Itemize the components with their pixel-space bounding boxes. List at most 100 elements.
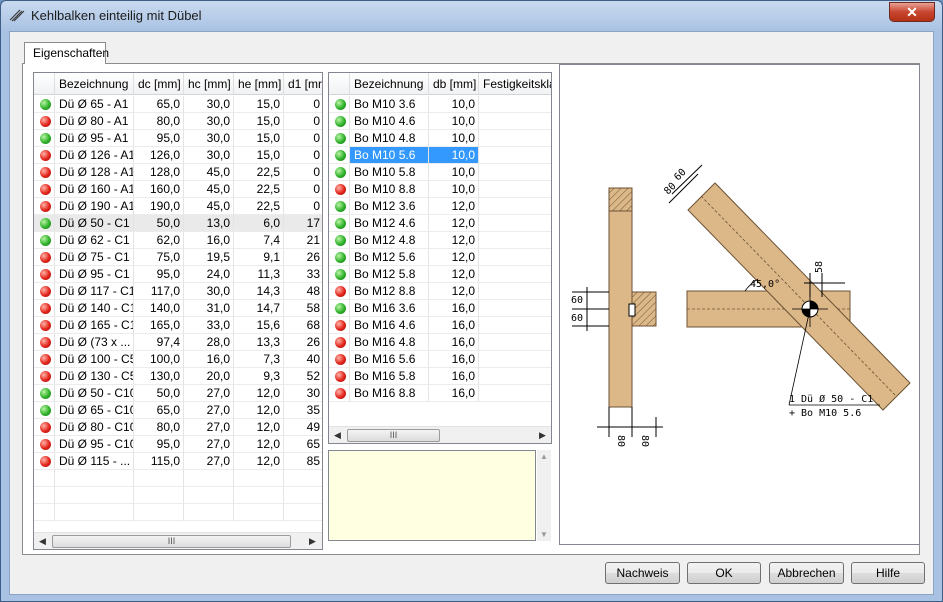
dowel-hc: 45,0	[184, 198, 234, 215]
col-festigkeitsklasse[interactable]: Festigkeitsklas	[479, 73, 551, 95]
col-he[interactable]: he [mm]	[234, 73, 284, 95]
bolt-row[interactable]: Bo M12 5.8 12,0	[329, 266, 551, 283]
bolt-row[interactable]: Bo M16 5.6 16,0	[329, 351, 551, 368]
dowel-d1: 0	[284, 113, 322, 130]
scroll-left-icon[interactable]: ◀	[34, 533, 51, 549]
bolt-row[interactable]: Bo M16 3.6 16,0	[329, 300, 551, 317]
scroll-up-icon[interactable]: ▲	[537, 452, 551, 461]
bolt-row[interactable]: Bo M10 5.6 10,0	[329, 147, 551, 164]
bolt-row[interactable]: Bo M12 4.8 12,0	[329, 232, 551, 249]
bolt-name: Bo M12 4.8	[350, 232, 429, 249]
bolt-class	[479, 215, 551, 232]
bolt-name: Bo M10 3.6	[350, 96, 429, 113]
dowel-row[interactable]: Dü Ø 115 - ... 115,0 27,0 12,0 85	[34, 453, 322, 470]
bolt-row[interactable]: Bo M16 4.8 16,0	[329, 334, 551, 351]
dowel-hc: 28,0	[184, 334, 234, 351]
col-bezeichnung[interactable]: Bezeichnung	[350, 73, 429, 95]
close-button[interactable]: ✕	[889, 2, 935, 22]
ok-button[interactable]: OK	[687, 562, 761, 584]
bolt-class	[479, 385, 551, 402]
dowel-row[interactable]: Dü Ø 50 - C1 50,0 13,0 6,0 17	[34, 215, 322, 232]
dowel-row[interactable]: Dü Ø 140 - C1 140,0 31,0 14,7 58	[34, 300, 322, 317]
dim-bottom-2: 80	[639, 435, 650, 447]
scroll-thumb[interactable]: III	[52, 535, 291, 548]
dowel-row[interactable]: Dü Ø 62 - C1 62,0 16,0 7,4 21	[34, 232, 322, 249]
dowel-row[interactable]: Dü Ø 100 - C5 100,0 16,0 7,3 40	[34, 351, 322, 368]
dowel-row[interactable]: Dü Ø 50 - C10 50,0 27,0 12,0 30	[34, 385, 322, 402]
help-button[interactable]: Hilfe	[851, 562, 925, 584]
scroll-left-icon[interactable]: ◀	[329, 427, 346, 443]
bolt-row[interactable]: Bo M16 8.8 16,0	[329, 385, 551, 402]
dowel-row[interactable]: Dü Ø 128 - A1 128,0 45,0 22,5 0	[34, 164, 322, 181]
dowel-row[interactable]: Dü Ø 165 - C1 165,0 33,0 15,6 68	[34, 317, 322, 334]
bolt-name: Bo M16 5.8	[350, 368, 429, 385]
bolt-row[interactable]: Bo M16 5.8 16,0	[329, 368, 551, 385]
status-icon	[40, 456, 51, 467]
col-hc[interactable]: hc [mm]	[184, 73, 234, 95]
scroll-right-icon[interactable]: ▶	[304, 533, 321, 549]
bolt-name: Bo M16 4.8	[350, 334, 429, 351]
dowel-row[interactable]: Dü Ø 95 - C1 95,0 24,0 11,3 33	[34, 266, 322, 283]
dowel-row[interactable]: Dü Ø 117 - C1 117,0 30,0 14,3 48	[34, 283, 322, 300]
bolt-row[interactable]: Bo M10 4.6 10,0	[329, 113, 551, 130]
bolt-row[interactable]: Bo M16 4.6 16,0	[329, 317, 551, 334]
dowel-row[interactable]: Dü Ø 130 - C5 130,0 20,0 9,3 52	[34, 368, 322, 385]
cancel-button[interactable]: Abbrechen	[769, 562, 844, 584]
dowel-row[interactable]: Dü Ø 95 - C10 95,0 27,0 12,0 65	[34, 436, 322, 453]
bolt-table-hscroll[interactable]: ◀ III ▶	[329, 426, 551, 443]
status-cell	[329, 300, 350, 317]
dowel-table-hscroll[interactable]: ◀ III ▶	[34, 532, 322, 549]
status-cell	[329, 351, 350, 368]
bolt-row[interactable]: Bo M12 3.6 12,0	[329, 198, 551, 215]
post	[608, 187, 633, 408]
dowel-row[interactable]: Dü Ø 80 - C10 80,0 27,0 12,0 49	[34, 419, 322, 436]
dowel-name: Dü Ø 95 - C10	[55, 436, 134, 453]
status-icon	[335, 388, 346, 399]
dowel-row[interactable]: Dü Ø 65 - A1 65,0 30,0 15,0 0	[34, 96, 322, 113]
col-dc[interactable]: dc [mm]	[134, 73, 184, 95]
dowel-row[interactable]: Dü Ø 65 - C10 65,0 27,0 12,0 35	[34, 402, 322, 419]
dowel-row[interactable]: Dü Ø 75 - C1 75,0 19,5 9,1 26	[34, 249, 322, 266]
bolt-db: 10,0	[429, 96, 479, 113]
bolt-row[interactable]: Bo M10 3.6 10,0	[329, 96, 551, 113]
status-cell	[329, 317, 350, 334]
bolt-name: Bo M10 4.6	[350, 113, 429, 130]
empty-cell	[34, 504, 55, 521]
dowel-he: 11,3	[234, 266, 284, 283]
dowel-row[interactable]: Dü Ø 126 - A1 126,0 30,0 15,0 0	[34, 147, 322, 164]
col-db[interactable]: db [mm]	[429, 73, 479, 95]
dowel-he: 14,3	[234, 283, 284, 300]
dowel-row[interactable]: Dü Ø (73 x ... 97,4 28,0 13,3 26	[34, 334, 322, 351]
nachweis-button[interactable]: Nachweis	[605, 562, 680, 584]
scroll-thumb[interactable]: III	[347, 429, 440, 442]
joint-drawing-svg: 60 60 80 80 45,0° 60 80 58 1 Dü Ø 50 - C…	[571, 164, 911, 447]
empty-cell	[284, 487, 322, 504]
dowel-row[interactable]: Dü Ø 190 - A1 190,0 45,0 22,5 0	[34, 198, 322, 215]
scroll-right-icon[interactable]: ▶	[534, 427, 551, 443]
bolt-row[interactable]: Bo M10 5.8 10,0	[329, 164, 551, 181]
info-textbox-vscroll[interactable]: ▲ ▼	[537, 450, 551, 541]
info-textbox[interactable]	[328, 450, 536, 541]
bolt-row[interactable]: Bo M12 8.8 12,0	[329, 283, 551, 300]
scroll-down-icon[interactable]: ▼	[537, 530, 551, 539]
status-cell	[329, 198, 350, 215]
dowel-dc: 65,0	[134, 402, 184, 419]
dowel-d1: 26	[284, 334, 322, 351]
tab-eigenschaften[interactable]: Eigenschaften	[24, 42, 109, 64]
bolt-db: 12,0	[429, 232, 479, 249]
status-cell	[329, 130, 350, 147]
bolt-row[interactable]: Bo M10 8.8 10,0	[329, 181, 551, 198]
empty-cell	[34, 470, 55, 487]
title-bar[interactable]: Kehlbalken einteilig mit Dübel ✕	[1, 1, 942, 31]
bolt-row[interactable]: Bo M10 4.8 10,0	[329, 130, 551, 147]
dowel-row[interactable]: Dü Ø 80 - A1 80,0 30,0 15,0 0	[34, 113, 322, 130]
status-cell	[34, 96, 55, 113]
status-cell	[329, 283, 350, 300]
col-bezeichnung[interactable]: Bezeichnung	[55, 73, 134, 95]
bolt-row[interactable]: Bo M12 4.6 12,0	[329, 215, 551, 232]
col-d1[interactable]: d1 [mr	[284, 73, 322, 95]
dowel-row[interactable]: Dü Ø 95 - A1 95,0 30,0 15,0 0	[34, 130, 322, 147]
dowel-he: 22,5	[234, 164, 284, 181]
bolt-row[interactable]: Bo M12 5.6 12,0	[329, 249, 551, 266]
dowel-row[interactable]: Dü Ø 160 - A1 160,0 45,0 22,5 0	[34, 181, 322, 198]
